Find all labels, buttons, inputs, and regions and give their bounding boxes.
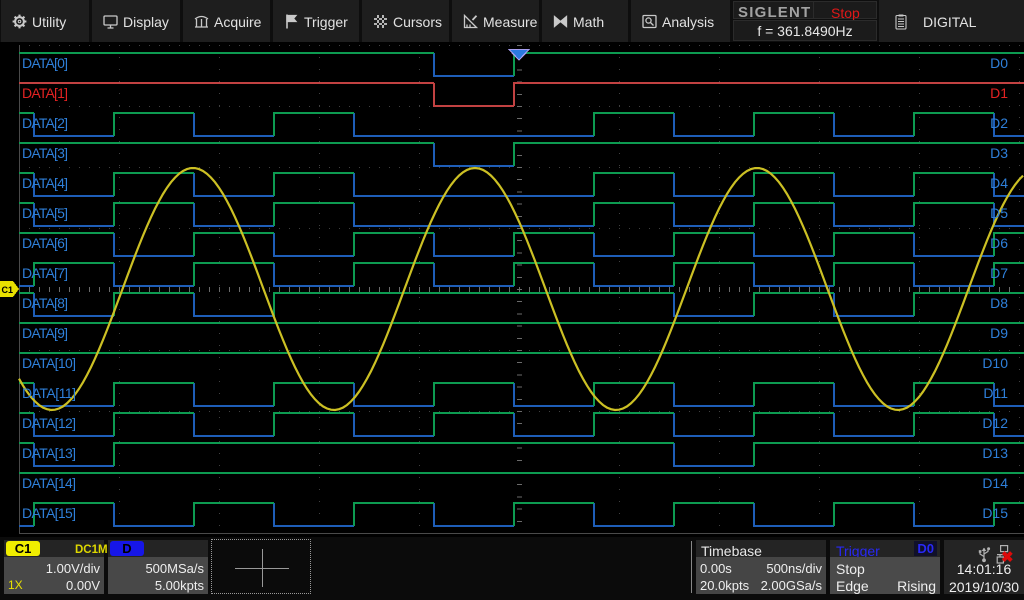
svg-text:DATA[5]: DATA[5]: [22, 205, 68, 221]
svg-text:D7: D7: [990, 265, 1008, 281]
svg-text:D12: D12: [982, 415, 1008, 431]
svg-text:D3: D3: [990, 145, 1008, 161]
svg-text:D15: D15: [982, 505, 1008, 521]
svg-text:DATA[8]: DATA[8]: [22, 295, 68, 311]
svg-text:D0: D0: [990, 55, 1008, 71]
svg-text:D11: D11: [983, 385, 1008, 401]
svg-text:DATA[14]: DATA[14]: [22, 475, 76, 491]
svg-text:C1: C1: [2, 285, 14, 295]
svg-text:DATA[7]: DATA[7]: [22, 265, 68, 281]
svg-text:D4: D4: [990, 175, 1008, 191]
svg-text:DATA[4]: DATA[4]: [22, 175, 68, 191]
svg-text:D5: D5: [990, 205, 1008, 221]
svg-text:DATA[11]: DATA[11]: [22, 385, 76, 401]
svg-text:D6: D6: [990, 235, 1008, 251]
svg-text:DATA[0]: DATA[0]: [22, 55, 68, 71]
svg-text:D13: D13: [982, 445, 1008, 461]
svg-text:DATA[13]: DATA[13]: [22, 445, 76, 461]
svg-text:D14: D14: [982, 475, 1008, 491]
svg-text:D2: D2: [990, 115, 1008, 131]
svg-text:DATA[12]: DATA[12]: [22, 415, 76, 431]
svg-text:D9: D9: [990, 325, 1008, 341]
svg-text:DATA[6]: DATA[6]: [22, 235, 68, 251]
svg-text:DATA[1]: DATA[1]: [22, 85, 68, 101]
svg-text:DATA[2]: DATA[2]: [22, 115, 68, 131]
svg-text:DATA[15]: DATA[15]: [22, 505, 76, 521]
svg-text:D1: D1: [990, 85, 1008, 101]
svg-text:DATA[3]: DATA[3]: [22, 145, 68, 161]
svg-text:D8: D8: [990, 295, 1008, 311]
svg-text:DATA[9]: DATA[9]: [22, 325, 68, 341]
svg-text:DATA[10]: DATA[10]: [22, 355, 76, 371]
svg-text:D10: D10: [982, 355, 1008, 371]
